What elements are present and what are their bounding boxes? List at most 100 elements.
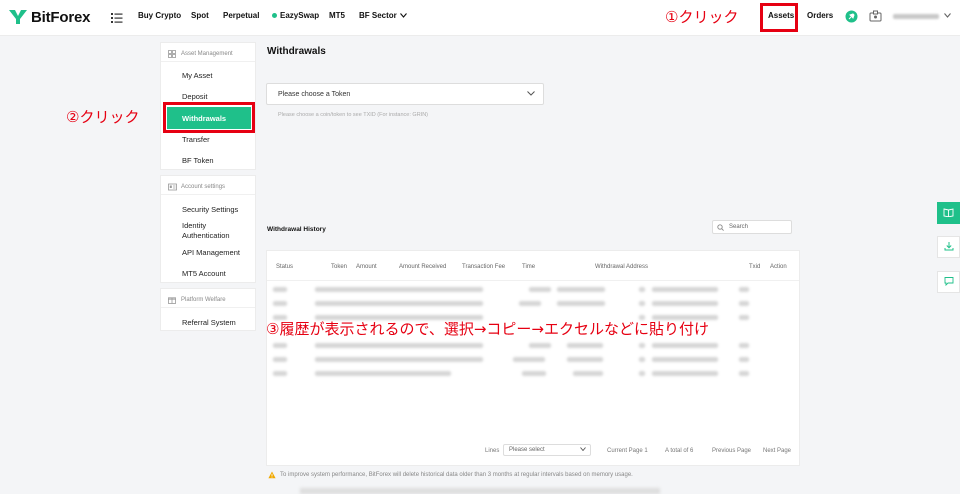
token-select[interactable]: Please choose a Token [266, 83, 544, 105]
annotation-box-withdrawals [163, 102, 255, 133]
redacted-cell [739, 371, 749, 376]
table-row[interactable] [267, 367, 799, 381]
sidebar-item-bf-token[interactable]: BF Token [161, 156, 214, 165]
table-header: Status Token Amount Amount Received Tran… [267, 251, 799, 281]
nav-perpetual[interactable]: Perpetual [223, 11, 259, 20]
page-title: Withdrawals [267, 46, 326, 57]
redacted-cell [529, 343, 551, 348]
lines-per-page-select[interactable]: Please select [503, 444, 591, 456]
notice-text: To improve system performance, BitForex … [280, 472, 633, 478]
redacted-cell [529, 287, 551, 292]
nav-eazyswap-label: EazySwap [280, 11, 320, 20]
sidebar-heading-label: Platform Welfare [181, 296, 226, 303]
previous-page-button[interactable]: Previous Page [712, 448, 751, 454]
redacted-cell [652, 343, 718, 348]
withdrawal-history-table: Status Token Amount Amount Received Tran… [266, 250, 800, 466]
column-token: Token [331, 264, 348, 270]
nav-buy-crypto[interactable]: Buy Crypto [138, 11, 181, 20]
redacted-cell [567, 343, 603, 348]
redacted-cell [315, 301, 483, 306]
sidebar-heading-label: Account settings [181, 183, 226, 190]
column-time: Time [522, 264, 536, 270]
nav-bf-sector[interactable]: BF Sector [359, 11, 407, 20]
redacted-cell [522, 371, 546, 376]
sidebar-item-security-settings[interactable]: Security Settings [161, 205, 238, 214]
column-amount-received: Amount Received [399, 264, 447, 270]
redacted-cell [739, 287, 749, 292]
table-row[interactable] [267, 297, 799, 311]
sidebar-heading-asset-management: Asset Management [161, 46, 255, 62]
nav-mt5[interactable]: MT5 [329, 11, 345, 20]
id-card-icon [168, 183, 177, 191]
sidebar-platform-welfare: Platform Welfare Referral System [160, 288, 256, 331]
redacted-cell [557, 287, 605, 292]
column-amount: Amount [356, 264, 377, 270]
annotation-step3: ③履歴が表示されるので、選択→コピー→エクセルなどに貼り付け [266, 320, 709, 338]
book-icon [943, 204, 954, 222]
redacted-cell [639, 357, 645, 362]
sidebar-item-deposit[interactable]: Deposit [161, 92, 207, 101]
table-row[interactable] [267, 353, 799, 367]
redacted-cell [739, 343, 749, 348]
redacted-cell [652, 301, 718, 306]
lines-select-value: Please select [509, 447, 545, 453]
gift-icon [167, 296, 177, 304]
column-status: Status [276, 264, 294, 270]
bitforex-logo[interactable]: BitForex [8, 8, 90, 26]
token-select-hint: Please choose a coin/token to see TXID (… [278, 112, 428, 118]
column-withdrawal-address: Withdrawal Address [595, 264, 649, 270]
table-row[interactable] [267, 283, 799, 297]
sidebar-item-transfer[interactable]: Transfer [161, 135, 210, 144]
sidebar-heading-platform-welfare: Platform Welfare [161, 292, 255, 308]
nav-orders[interactable]: Orders [807, 11, 833, 20]
sidebar-item-identity[interactable]: Identity [161, 221, 206, 230]
warning-icon [268, 471, 276, 479]
nav-spot[interactable]: Spot [191, 11, 209, 20]
sidebar-item-my-asset[interactable]: My Asset [161, 71, 212, 80]
nav-eazyswap[interactable]: EazySwap [272, 11, 319, 20]
redacted-cell [639, 301, 645, 306]
withdrawal-history-title: Withdrawal History [267, 226, 326, 233]
redacted-cell [739, 357, 749, 362]
redacted-cell [315, 287, 483, 292]
next-page-button[interactable]: Next Page [763, 448, 791, 454]
redacted-cell [739, 315, 749, 320]
menu-list-icon[interactable] [111, 11, 123, 23]
sidebar-item-api-management[interactable]: API Management [161, 248, 240, 257]
guide-book-button[interactable] [937, 202, 960, 224]
chat-icon [944, 273, 954, 291]
chat-support-button[interactable] [937, 271, 960, 293]
search-input[interactable]: Search [712, 220, 792, 234]
search-icon [717, 224, 724, 231]
redacted-cell [315, 371, 451, 376]
sidebar-item-referral-system[interactable]: Referral System [161, 318, 236, 327]
redacted-cell [273, 301, 287, 306]
sidebar-item-mt5-account[interactable]: MT5 Account [161, 269, 226, 278]
bitforex-logo-icon [8, 8, 28, 26]
redacted-cell [739, 301, 749, 306]
token-select-placeholder: Please choose a Token [278, 90, 351, 98]
user-account-name[interactable] [893, 14, 939, 19]
table-row[interactable] [267, 339, 799, 353]
column-txid: Txid [749, 264, 761, 270]
download-button[interactable] [937, 236, 960, 258]
sidebar-account-settings: Account settings Security Settings Ident… [160, 175, 256, 283]
current-page: Current Page 1 [607, 448, 648, 454]
redacted-cell [315, 343, 483, 348]
rocket-icon[interactable] [845, 10, 858, 23]
column-action: Action [770, 264, 787, 270]
redacted-cell [639, 343, 645, 348]
chevron-down-icon [580, 447, 586, 453]
sidebar-item-authentication[interactable]: Authentication [161, 231, 230, 240]
redacted-cell [273, 343, 287, 348]
footer-blurred [300, 488, 660, 494]
nav-bf-sector-label: BF Sector [359, 11, 397, 20]
retention-notice: To improve system performance, BitForex … [268, 471, 633, 479]
user-chevron-down-icon[interactable] [944, 11, 951, 20]
chevron-down-icon [527, 89, 535, 98]
logo-text: BitForex [31, 8, 91, 26]
redacted-cell [639, 287, 645, 292]
id-card-icon[interactable] [869, 10, 882, 23]
redacted-cell [573, 371, 603, 376]
nav-assets[interactable]: Assets [768, 11, 794, 20]
